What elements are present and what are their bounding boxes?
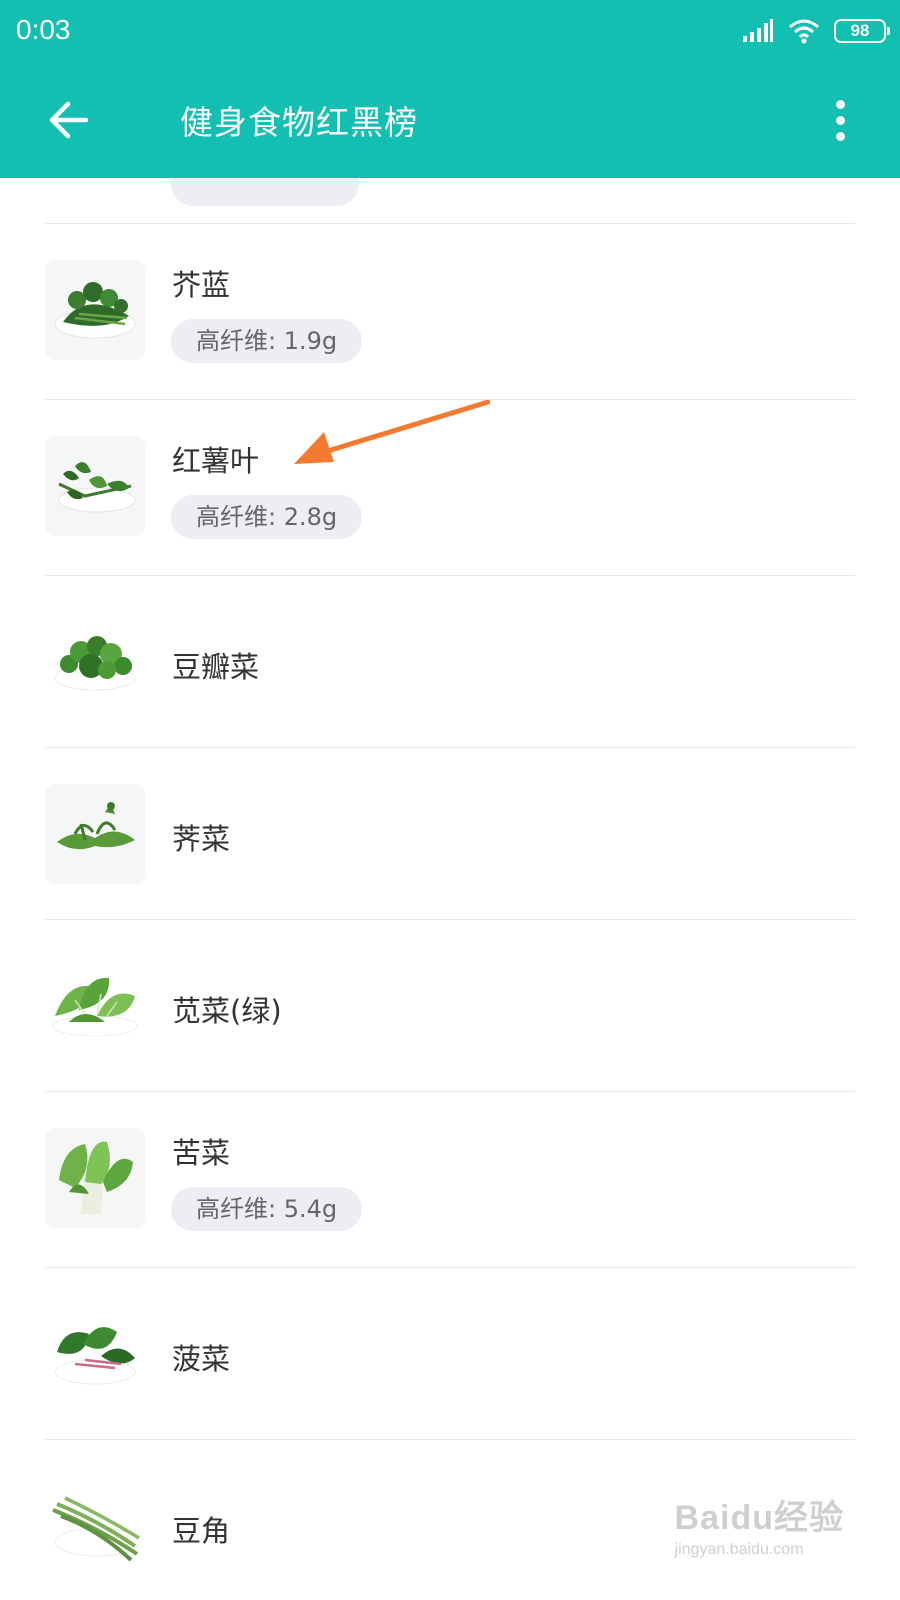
app-bar: 健身食物红黑榜 bbox=[0, 62, 900, 178]
status-time: 0:03 bbox=[16, 14, 71, 45]
food-name: 豆角 bbox=[172, 1514, 231, 1548]
list-item[interactable]: 苋菜(绿) bbox=[45, 920, 855, 1092]
status-icons: 98 bbox=[742, 16, 890, 46]
wifi-icon bbox=[789, 19, 819, 44]
food-thumbnail bbox=[45, 956, 145, 1056]
food-thumbnail bbox=[45, 1304, 145, 1404]
more-options-button[interactable] bbox=[820, 92, 860, 148]
food-thumbnail bbox=[45, 260, 145, 360]
page-title: 健身食物红黑榜 bbox=[180, 103, 418, 142]
tag-partial bbox=[171, 178, 359, 206]
more-vertical-icon bbox=[835, 99, 845, 109]
list-item[interactable]: 荠菜 bbox=[45, 748, 855, 920]
food-name: 荠菜 bbox=[172, 822, 231, 856]
food-thumbnail bbox=[45, 1476, 145, 1576]
food-thumbnail bbox=[45, 1128, 145, 1228]
food-list: 芥蓝 高纤维: 1.9g 红薯叶 高纤维: 2.8g 豆瓣菜 荠菜 苋菜(绿) … bbox=[0, 178, 900, 1600]
food-thumbnail bbox=[45, 784, 145, 884]
battery-level: 98 bbox=[850, 21, 870, 40]
list-item-partial[interactable] bbox=[45, 178, 855, 224]
back-button[interactable] bbox=[40, 92, 96, 148]
annotation-arrow-icon bbox=[294, 400, 490, 464]
status-bar: 0:03 98 bbox=[0, 0, 900, 62]
fiber-tag: 高纤维: 1.9g bbox=[171, 319, 363, 363]
food-name: 芥蓝 bbox=[172, 268, 231, 302]
food-name: 菠菜 bbox=[172, 1342, 231, 1376]
list-item[interactable]: 芥蓝 高纤维: 1.9g bbox=[45, 224, 855, 400]
battery-indicator: 98 bbox=[834, 19, 890, 43]
food-name: 苋菜(绿) bbox=[172, 994, 282, 1028]
fiber-tag: 高纤维: 5.4g bbox=[171, 1187, 363, 1231]
food-thumbnail bbox=[45, 612, 145, 712]
arrow-left-icon bbox=[49, 101, 89, 139]
baidu-watermark: Baidu经验 jingyan.baidu.com bbox=[675, 1490, 844, 1559]
fiber-tag: 高纤维: 2.8g bbox=[171, 495, 363, 539]
food-name: 豆瓣菜 bbox=[172, 650, 260, 684]
watermark-url: jingyan.baidu.com bbox=[674, 1541, 804, 1558]
food-name: 苦菜 bbox=[172, 1136, 231, 1170]
food-name: 红薯叶 bbox=[172, 444, 260, 478]
watermark-logo: Baidu经验 bbox=[674, 1499, 844, 1537]
list-item[interactable]: 豆瓣菜 bbox=[45, 576, 855, 748]
food-thumbnail bbox=[45, 436, 145, 536]
list-item[interactable]: 苦菜 高纤维: 5.4g bbox=[45, 1092, 855, 1268]
list-item[interactable]: 菠菜 bbox=[45, 1268, 855, 1440]
cellular-signal-icon bbox=[743, 19, 773, 42]
